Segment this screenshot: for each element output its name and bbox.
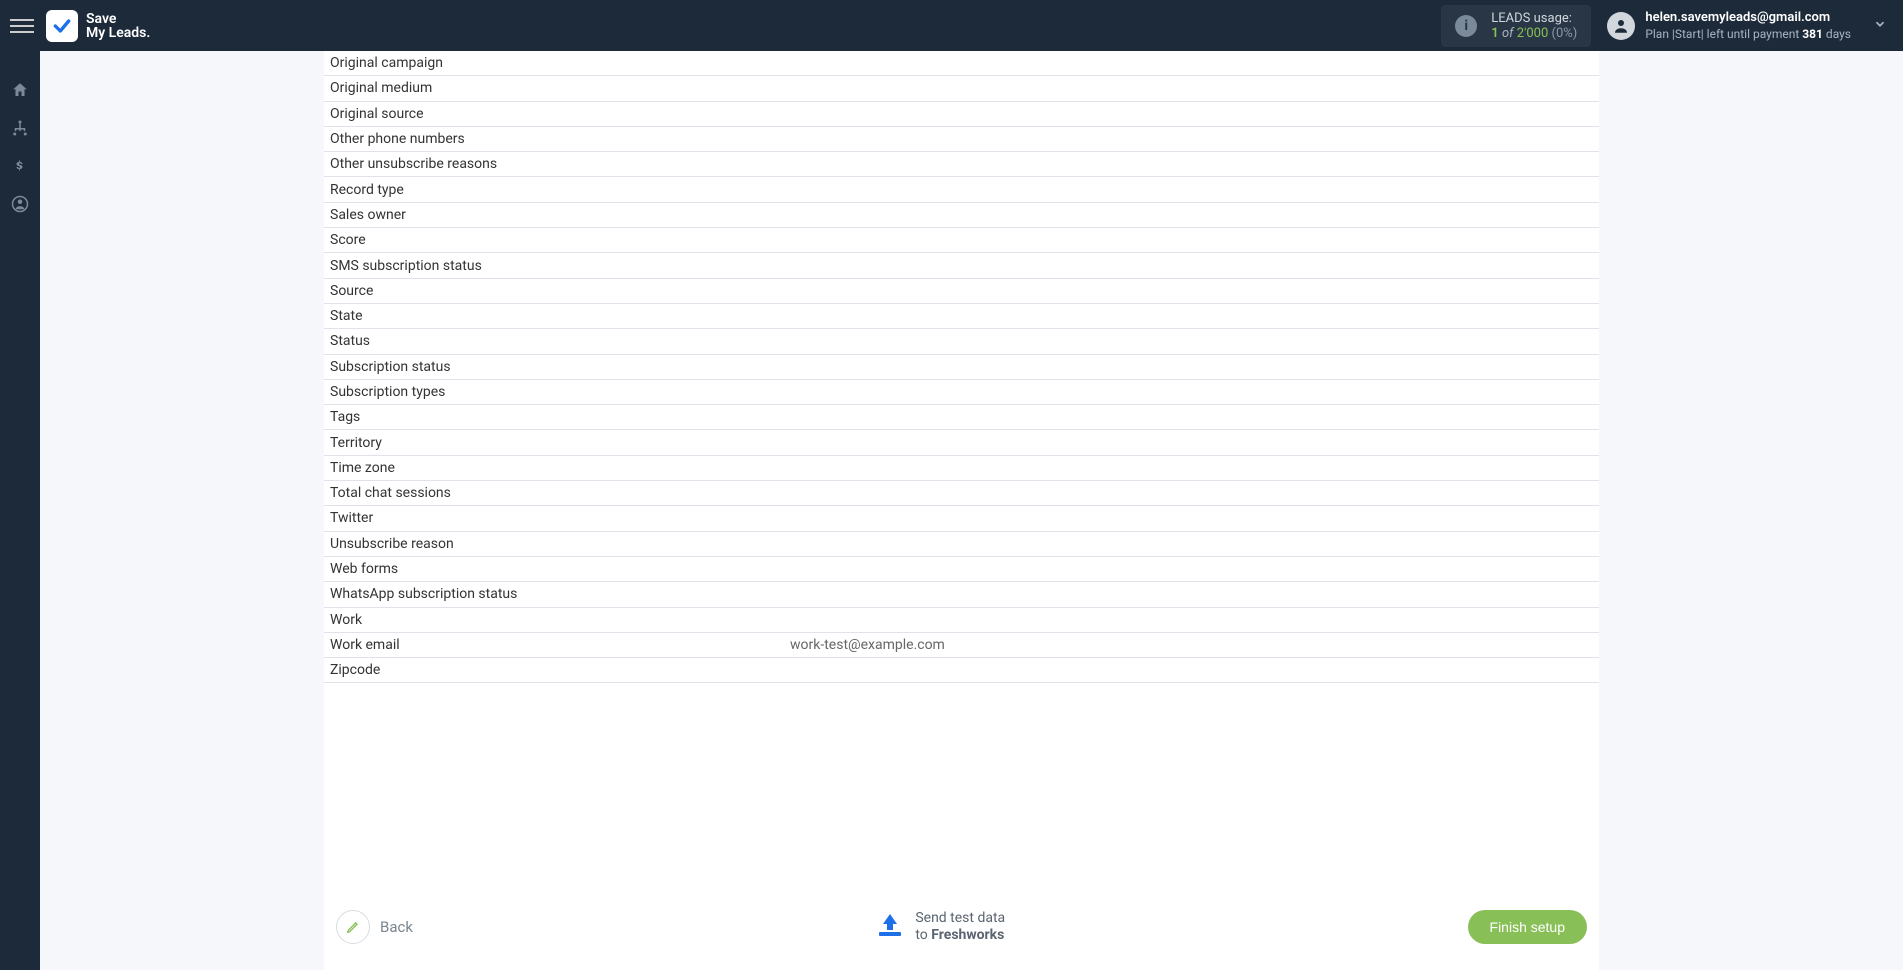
field-label: Time zone [330,460,790,476]
user-info: helen.savemyleads@gmail.com Plan |Start|… [1645,10,1851,42]
send-test-data-button[interactable]: Send test data to Freshworks [875,910,1005,944]
field-label: Tags [330,409,790,425]
field-label: Score [330,232,790,248]
menu-icon[interactable] [10,14,34,38]
field-row[interactable]: Status [324,329,1599,354]
field-row[interactable]: Work [324,608,1599,633]
field-label: Other unsubscribe reasons [330,156,790,172]
finish-setup-button[interactable]: Finish setup [1468,910,1587,944]
field-label: Original campaign [330,55,790,71]
field-label: Territory [330,435,790,451]
field-label: Other phone numbers [330,131,790,147]
field-label: Original source [330,106,790,122]
field-row[interactable]: Other phone numbers [324,127,1599,152]
field-label: Web forms [330,561,790,577]
field-row[interactable]: Original source [324,102,1599,127]
leads-usage-box[interactable]: i LEADS usage: 1 of 2'000 (0%) [1441,5,1591,47]
field-row[interactable]: Original campaign [324,51,1599,76]
field-label: Work [330,612,790,628]
field-list: Original campaign Original medium Original… [324,51,1599,884]
field-row[interactable]: Subscription types [324,380,1599,405]
field-row[interactable]: Other unsubscribe reasons [324,152,1599,177]
field-label: Work email [330,637,790,653]
field-row[interactable]: Twitter [324,506,1599,531]
field-label: SMS subscription status [330,258,790,274]
field-row[interactable]: WhatsApp subscription status [324,582,1599,607]
field-row[interactable]: State [324,304,1599,329]
field-row[interactable]: Zipcode [324,658,1599,683]
field-label: Zipcode [330,662,790,678]
back-button[interactable]: Back [336,910,413,944]
field-row[interactable]: Total chat sessions [324,481,1599,506]
field-label: Subscription status [330,359,790,375]
field-row[interactable]: Score [324,228,1599,253]
setup-panel: Original campaign Original medium Original… [324,51,1599,970]
field-label: Sales owner [330,207,790,223]
sidebar-billing[interactable] [0,147,40,185]
field-row[interactable]: Sales owner [324,203,1599,228]
pencil-icon [336,910,370,944]
field-row[interactable]: Record type [324,177,1599,202]
field-label: State [330,308,790,324]
sidebar-home[interactable] [0,71,40,109]
field-label: Twitter [330,510,790,526]
app-name: Save My Leads. [86,12,150,40]
upload-icon [875,912,905,942]
field-row[interactable]: Work emailwork-test@example.com [324,633,1599,658]
leads-usage-text: LEADS usage: 1 of 2'000 (0%) [1491,11,1577,41]
info-icon: i [1455,15,1477,37]
app-logo[interactable] [46,10,78,42]
field-label: Total chat sessions [330,485,790,501]
sidebar-profile[interactable] [0,185,40,223]
field-label: Source [330,283,790,299]
field-row[interactable]: Time zone [324,456,1599,481]
field-row[interactable]: SMS subscription status [324,253,1599,278]
topbar: Save My Leads. i LEADS usage: 1 of 2'000… [0,0,1903,51]
field-label: Original medium [330,80,790,96]
field-value: work-test@example.com [790,637,1593,653]
user-account-box[interactable]: helen.savemyleads@gmail.com Plan |Start|… [1607,10,1851,42]
send-test-text: Send test data to Freshworks [915,910,1005,944]
chevron-down-icon[interactable] [1867,15,1893,36]
field-row[interactable]: Web forms [324,557,1599,582]
field-row[interactable]: Source [324,279,1599,304]
field-label: Subscription types [330,384,790,400]
field-label: Record type [330,182,790,198]
field-label: Status [330,333,790,349]
field-label: Unsubscribe reason [330,536,790,552]
content-area: Original campaign Original medium Original… [40,51,1903,970]
field-label: WhatsApp subscription status [330,586,790,602]
field-row[interactable]: Subscription status [324,355,1599,380]
sidebar-connections[interactable] [0,109,40,147]
field-row[interactable]: Unsubscribe reason [324,532,1599,557]
field-row[interactable]: Territory [324,430,1599,455]
sidebar [0,51,40,970]
field-row[interactable]: Original medium [324,76,1599,101]
avatar-icon [1607,12,1635,40]
field-row[interactable]: Tags [324,405,1599,430]
back-label: Back [380,918,413,936]
panel-footer: Back Send test data to Freshworks Finish… [324,884,1599,970]
